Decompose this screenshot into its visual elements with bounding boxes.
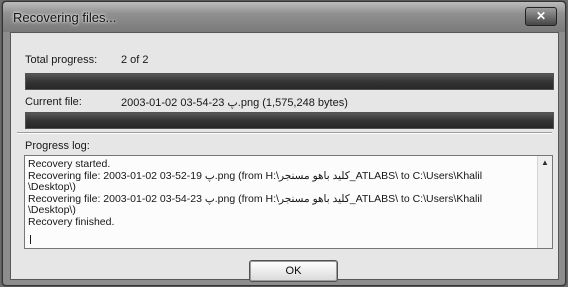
- dialog-content: Total progress: 2 of 2 Current file: 200…: [10, 32, 559, 282]
- current-file-value: 2003-01-02 03-54-23 پ.png (1,575,248 byt…: [121, 97, 348, 109]
- window-title: Recovering files...: [13, 10, 117, 25]
- log-line: \Desktop\): [28, 181, 76, 193]
- total-progress-value: 2 of 2: [121, 54, 149, 66]
- progress-log-text: Recovery started. Recovering file: 2003-…: [28, 158, 528, 228]
- close-button[interactable]: ✕: [525, 7, 557, 26]
- separator: [17, 132, 552, 134]
- total-progress-bar: [25, 73, 554, 90]
- current-file-label: Current file:: [25, 96, 82, 108]
- current-file-progress-bar: [25, 112, 554, 129]
- log-line: Recovering file: 2003-01-02 03-54-23 پ.p…: [28, 192, 483, 205]
- total-progress-label: Total progress:: [25, 54, 98, 66]
- text-caret: [30, 235, 31, 244]
- log-line: \Desktop\): [28, 204, 76, 216]
- total-progress-fill: [26, 74, 553, 89]
- log-line: Recovery finished.: [28, 215, 115, 228]
- scroll-up-icon[interactable]: ▲: [541, 158, 549, 167]
- title-bar[interactable]: Recovering files... ✕: [3, 2, 565, 32]
- current-file-progress-fill: [26, 113, 553, 128]
- log-scrollbar[interactable]: ▲: [537, 156, 552, 248]
- progress-log-textarea[interactable]: Recovery started. Recovering file: 2003-…: [24, 155, 553, 249]
- close-icon: ✕: [535, 9, 547, 23]
- recovery-dialog: Recovering files... ✕ Total progress: 2 …: [2, 1, 566, 286]
- log-line: Recovery started.: [28, 158, 111, 170]
- progress-log-label: Progress log:: [25, 140, 90, 152]
- ok-button[interactable]: OK: [249, 260, 338, 282]
- log-line: Recovering file: 2003-01-02 03-52-19 پ.p…: [28, 169, 483, 182]
